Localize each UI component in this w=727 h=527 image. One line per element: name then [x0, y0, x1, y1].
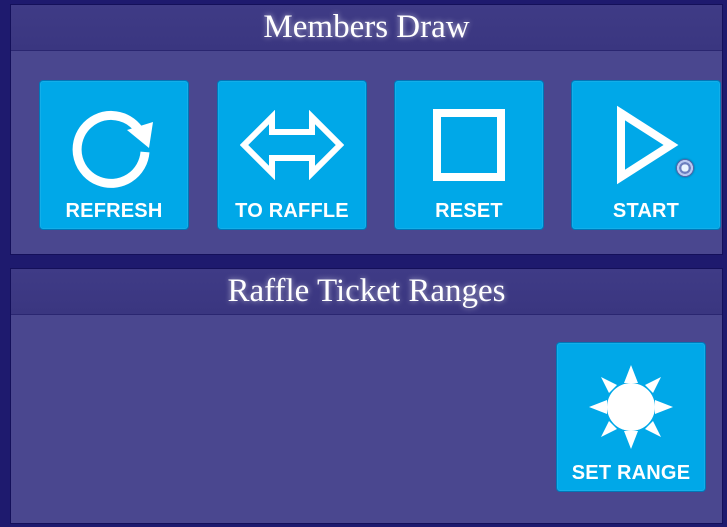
raffle-ranges-title: Raffle Ticket Ranges	[11, 269, 722, 315]
to-raffle-label: TO RAFFLE	[235, 200, 349, 222]
cursor-indicator	[676, 159, 694, 177]
members-draw-title: Members Draw	[11, 5, 722, 51]
refresh-icon	[40, 95, 188, 195]
start-button[interactable]: START	[571, 80, 721, 230]
set-range-label: SET RANGE	[571, 462, 691, 484]
start-label: START	[612, 200, 680, 222]
play-icon	[572, 95, 720, 195]
refresh-button[interactable]: REFRESH	[39, 80, 189, 230]
raffle-ranges-panel: Raffle Ticket Ranges SET RANGE	[10, 268, 723, 524]
stop-icon	[395, 95, 543, 195]
refresh-label: REFRESH	[65, 200, 163, 222]
sun-icon	[557, 357, 705, 457]
reset-label: RESET	[435, 200, 503, 222]
members-draw-panel: Members Draw REFRESH TO RAFFLE RESET STA…	[10, 4, 723, 255]
set-range-button[interactable]: SET RANGE	[556, 342, 706, 492]
to-raffle-button[interactable]: TO RAFFLE	[217, 80, 367, 230]
double-arrow-icon	[218, 95, 366, 195]
reset-button[interactable]: RESET	[394, 80, 544, 230]
